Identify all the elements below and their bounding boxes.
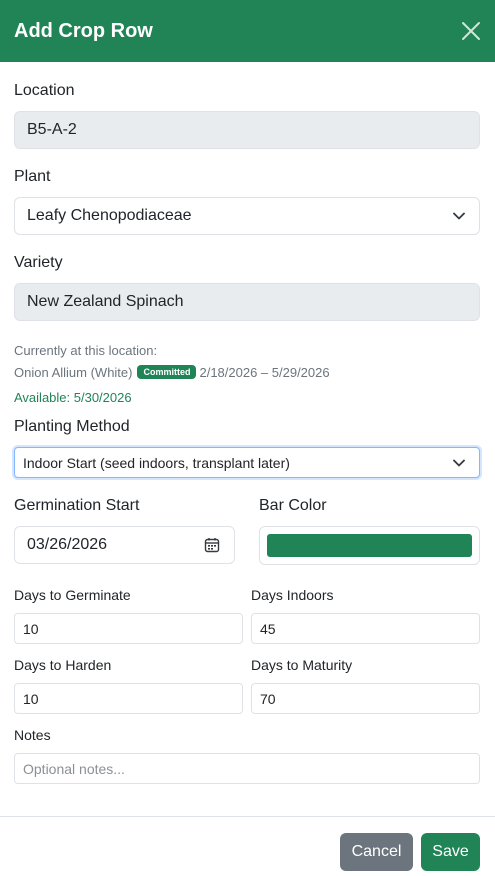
- location-value: B5-A-2: [27, 121, 77, 138]
- close-button[interactable]: [460, 20, 482, 42]
- location-label: Location: [14, 82, 75, 99]
- planting-method-select[interactable]: Indoor Start (seed indoors, transplant l…: [14, 447, 480, 478]
- germination-start-input[interactable]: 03/26/2026: [14, 526, 235, 564]
- days-indoors-label: Days Indoors: [251, 587, 334, 603]
- germination-start-label: Germination Start: [14, 497, 140, 514]
- days-to-maturity-value: 70: [260, 690, 276, 707]
- notes-label: Notes: [14, 727, 51, 743]
- modal-title: Add Crop Row: [14, 19, 153, 42]
- modal-header: Add Crop Row: [0, 0, 495, 62]
- status-badge: Committed: [137, 365, 197, 379]
- planting-method-value: Indoor Start (seed indoors, transplant l…: [23, 454, 290, 471]
- footer-divider: [0, 816, 495, 817]
- current-heading: Currently at this location:: [14, 343, 158, 358]
- chevron-down-icon: [453, 459, 465, 466]
- available-date: Available: 5/30/2026: [14, 390, 132, 405]
- variety-label: Variety: [14, 254, 63, 271]
- current-crop-line: Onion Allium (White) Committed 2/18/2026 –…: [14, 365, 330, 380]
- current-crop: Onion Allium (White): [14, 365, 133, 380]
- chevron-down-icon: [453, 212, 465, 220]
- days-to-maturity-label: Days to Maturity: [251, 657, 353, 673]
- days-to-harden-input[interactable]: 10: [14, 683, 243, 714]
- days-to-germinate-input[interactable]: 10: [14, 613, 243, 644]
- variety-value: New Zealand Spinach: [27, 293, 184, 310]
- save-button[interactable]: Save: [421, 833, 480, 871]
- days-to-germinate-value: 10: [23, 620, 39, 637]
- days-to-harden-value: 10: [23, 690, 39, 707]
- calendar-icon[interactable]: [204, 537, 220, 553]
- variety-field: New Zealand Spinach: [14, 283, 480, 321]
- days-to-maturity-input[interactable]: 70: [251, 683, 480, 714]
- days-indoors-input[interactable]: 45: [251, 613, 480, 644]
- days-indoors-value: 45: [260, 620, 276, 637]
- planting-method-label: Planting Method: [14, 418, 130, 435]
- current-dates: 2/18/2026 – 5/29/2026: [199, 365, 330, 380]
- germination-start-value: 03/26/2026: [27, 536, 108, 553]
- bar-color-swatch: [267, 534, 472, 557]
- plant-value: Leafy Chenopodiaceae: [27, 207, 192, 224]
- days-to-harden-label: Days to Harden: [14, 657, 112, 673]
- plant-label: Plant: [14, 168, 51, 185]
- cancel-button[interactable]: Cancel: [340, 833, 413, 871]
- location-field: B5-A-2: [14, 111, 480, 149]
- days-to-germinate-label: Days to Germinate: [14, 587, 131, 603]
- close-icon: [462, 22, 480, 40]
- notes-input[interactable]: Optional notes...: [14, 753, 480, 784]
- bar-color-picker[interactable]: [259, 526, 480, 565]
- plant-select[interactable]: Leafy Chenopodiaceae: [14, 197, 480, 235]
- notes-placeholder: Optional notes...: [23, 760, 125, 777]
- bar-color-label: Bar Color: [259, 497, 327, 514]
